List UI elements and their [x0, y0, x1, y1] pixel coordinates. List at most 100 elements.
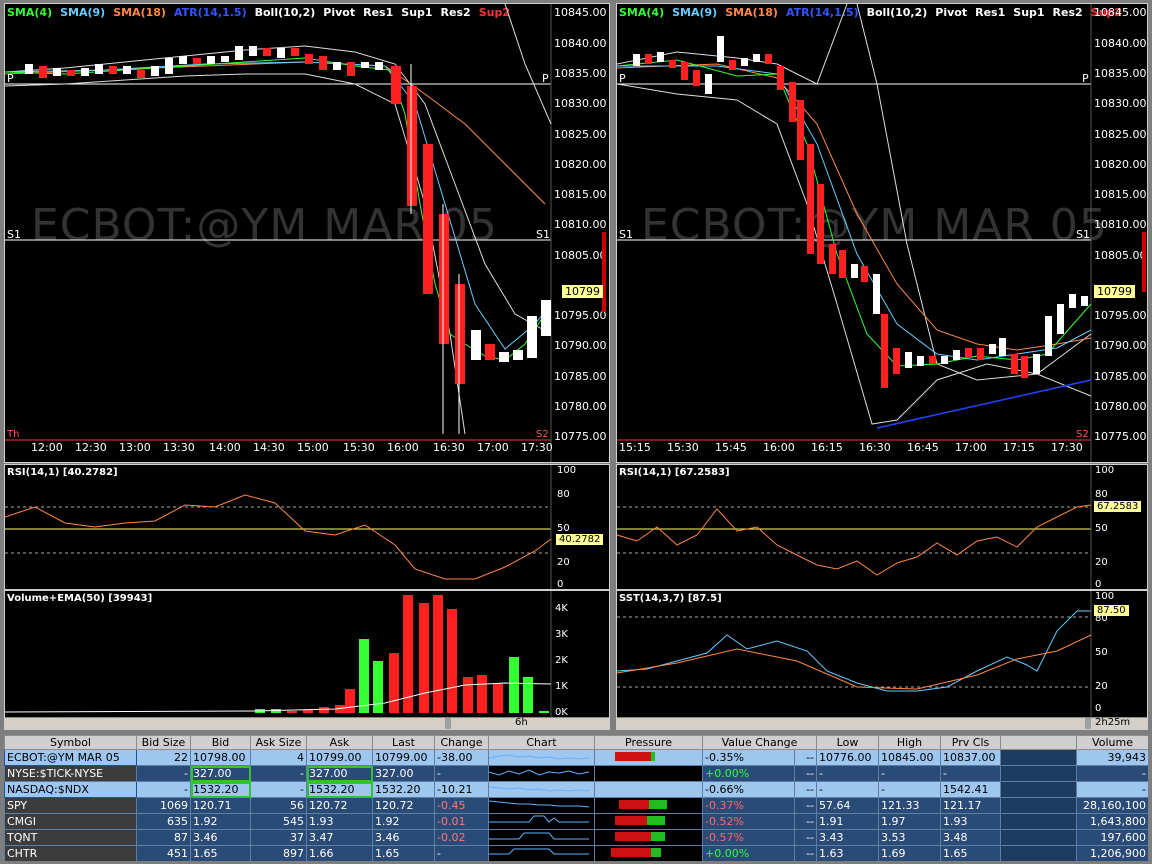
blank-cell — [1000, 829, 1078, 846]
right-rsi-panel[interactable]: RSI(14,1) [67.2583] 100 80 50 20 0 67.25… — [616, 464, 1148, 590]
left-timeframe[interactable]: 6h — [515, 717, 528, 728]
table-row[interactable]: SPY 1069 120.71 56 120.72 120.72 -0.45 -0.37% --… — [4, 797, 1148, 814]
last-cell: 10799.00 — [372, 749, 435, 766]
y-tick: 10840.00 — [1094, 37, 1147, 50]
ask-cell: 327.00 — [306, 765, 373, 782]
table-row[interactable]: CMGI 635 1.92 545 1.93 1.92 -0.01 -0.52% -- 1.91 1… — [4, 813, 1148, 830]
rsi-tick: 0 — [557, 579, 564, 590]
high-cell: 3.53 — [878, 829, 942, 846]
blank-cell — [1000, 797, 1078, 814]
pressure-cell — [594, 765, 703, 782]
table-row[interactable]: TQNT 87 3.46 37 3.47 3.46 -0.02 -0.57% -- 3.43 3.5… — [4, 829, 1148, 846]
left-scroll-indicator[interactable] — [602, 232, 606, 312]
ask-size-cell: 545 — [250, 813, 307, 830]
header-change[interactable]: Change — [434, 735, 489, 750]
table-row[interactable]: NASDAQ:$NDX -1532.20-1532.20 1532.20 -10.21… — [4, 781, 1148, 798]
blank-cell — [1000, 781, 1078, 798]
bid-cell: 1532.20 — [190, 781, 251, 798]
mini-chart-cell[interactable] — [488, 749, 595, 766]
table-row[interactable]: NYSE:$TICK-NYSE -327.00-327.00 327.00- +0.0… — [4, 765, 1148, 782]
left-price-chart[interactable]: SMA(4) SMA(9) SMA(18) ATR(14,1.5) Boll(10,2)… — [4, 3, 610, 463]
quote-board[interactable]: Symbol Bid Size Bid Ask Size Ask Last Ch… — [4, 735, 1148, 861]
symbol-cell[interactable]: CHTR — [4, 845, 137, 861]
vol-tick: 4K — [555, 603, 568, 614]
left-volume-panel[interactable]: Volume+EMA(50) [39943] 4K 3K 2K 1K 0K 6h — [4, 590, 610, 730]
header-low[interactable]: Low — [816, 735, 880, 750]
corner-right-label: S2 — [536, 429, 549, 440]
change-cell: - — [434, 765, 489, 782]
bid-size-cell: 87 — [136, 829, 191, 846]
left-rsi-panel[interactable]: RSI(14,1) [40.2782] 100 80 50 20 0 40.27… — [4, 464, 610, 590]
header-bid[interactable]: Bid — [190, 735, 251, 750]
x-tick: 16:15 — [811, 441, 843, 454]
ask-cell: 1532.20 — [306, 781, 373, 798]
symbol-cell[interactable]: ECBOT:@YM MAR 05 — [4, 749, 137, 766]
header-last[interactable]: Last — [372, 735, 435, 750]
header-ask[interactable]: Ask — [306, 735, 373, 750]
right-timeframe[interactable]: 2h25m — [1095, 717, 1130, 728]
ask-cell: 1.66 — [306, 845, 373, 861]
header-high[interactable]: High — [878, 735, 942, 750]
bid-cell: 3.46 — [190, 829, 251, 846]
header-bid-size[interactable]: Bid Size — [136, 735, 191, 750]
table-row[interactable]: ECBOT:@YM MAR 05 22 10798.00 4 10799.00 10799… — [4, 749, 1148, 766]
s1-left-label: S1 — [7, 228, 21, 241]
left-scrollbar[interactable]: 6h — [5, 717, 609, 729]
mini-chart-cell[interactable] — [488, 781, 595, 798]
vol-tick: 1K — [555, 681, 568, 692]
mini-chart-cell[interactable] — [488, 829, 595, 846]
right-scroll-thumb[interactable] — [1085, 718, 1091, 729]
symbol-cell[interactable]: NYSE:$TICK-NYSE — [4, 765, 137, 782]
pivot-right-label: P — [542, 72, 549, 85]
sst-tick: 100 — [1095, 591, 1115, 602]
volume-cell: 28,160,100 — [1076, 797, 1148, 814]
bid-cell: 1.92 — [190, 813, 251, 830]
low-cell: 57.64 — [816, 797, 880, 814]
left-scroll-thumb[interactable] — [445, 718, 451, 729]
x-tick: 14:30 — [253, 441, 285, 454]
symbol-cell[interactable]: NASDAQ:$NDX — [4, 781, 137, 798]
mini-chart-cell[interactable] — [488, 765, 595, 782]
right-scroll-indicator[interactable] — [1142, 232, 1146, 292]
header-ask-size[interactable]: Ask Size — [250, 735, 307, 750]
mini-chart-cell[interactable] — [488, 813, 595, 830]
ask-cell: 120.72 — [306, 797, 373, 814]
right-sst-panel[interactable]: SST(14,3,7) [87.5] 100 80 50 20 0 87.50 … — [616, 590, 1148, 730]
value-change-cell: -- — [793, 781, 818, 798]
symbol-cell[interactable]: SPY — [4, 797, 137, 814]
blank-cell — [1000, 845, 1078, 861]
x-tick: 15:15 — [619, 441, 651, 454]
prv-cls-cell: 121.17 — [940, 797, 1002, 814]
header-symbol[interactable]: Symbol — [4, 735, 137, 750]
mini-chart-cell[interactable] — [488, 797, 595, 814]
last-cell: 327.00 — [372, 765, 435, 782]
y-tick: 10805.00 — [554, 249, 607, 262]
high-cell: 10845.00 — [878, 749, 942, 766]
high-cell: - — [878, 781, 942, 798]
bid-size-cell: 451 — [136, 845, 191, 861]
right-candles — [633, 36, 1088, 388]
ask-cell: 3.47 — [306, 829, 373, 846]
rsi-tick: 80 — [557, 489, 570, 500]
ask-size-cell: 56 — [250, 797, 307, 814]
left-x-axis: 12:00 12:30 13:00 13:30 14:00 14:30 15:0… — [5, 441, 553, 457]
header-volume[interactable]: Volume — [1076, 735, 1148, 750]
header-chart[interactable]: Chart — [488, 735, 595, 750]
right-scrollbar[interactable]: 2h25m — [617, 717, 1147, 729]
pressure-bar — [619, 800, 667, 809]
mini-chart-cell[interactable] — [488, 845, 595, 861]
left-last-price: 10799 — [562, 285, 603, 298]
header-pressure[interactable]: Pressure — [594, 735, 703, 750]
y-tick: 10845.00 — [1094, 6, 1147, 19]
symbol-cell[interactable]: CMGI — [4, 813, 137, 830]
header-value-change[interactable]: Value Change — [701, 735, 818, 750]
right-s1-left-label: S1 — [619, 228, 633, 241]
symbol-cell[interactable]: TQNT — [4, 829, 137, 846]
pressure-cell — [594, 797, 703, 814]
x-tick: 14:00 — [209, 441, 241, 454]
pressure-cell — [594, 781, 703, 798]
header-prv-cls[interactable]: Prv Cls — [940, 735, 1002, 750]
right-price-chart[interactable]: SMA(4) SMA(9) SMA(18) ATR(14,1.5) Boll(10,2)… — [616, 3, 1148, 463]
table-row[interactable]: CHTR 451 1.65 897 1.66 1.65- +0.00% -- 1.63 1.69 1… — [4, 845, 1148, 861]
bid-size-cell: 22 — [136, 749, 191, 766]
